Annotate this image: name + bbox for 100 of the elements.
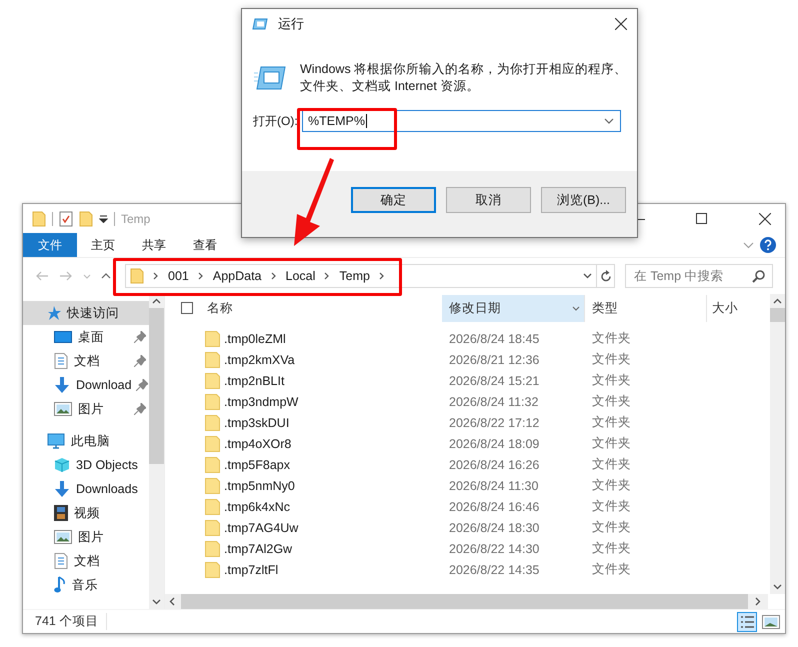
scrollbar[interactable] [149, 294, 164, 609]
file-name[interactable]: .tmp3skDUI [224, 416, 290, 430]
sidebar-item[interactable]: 快速访问 [23, 301, 149, 325]
sidebar-item[interactable]: 音乐 [23, 573, 149, 597]
sidebar-item[interactable]: 视频 [23, 501, 149, 525]
dialog-button[interactable]: 确定 [351, 187, 436, 213]
chevron-icon[interactable] [270, 272, 277, 280]
file-name[interactable]: .tmp7AG4Uw [224, 520, 298, 534]
file-name[interactable]: .tmp5nmNy0 [224, 478, 295, 492]
folder-icon [205, 330, 221, 346]
folder-icon [205, 456, 221, 472]
details-view-icon[interactable] [737, 612, 757, 632]
file-name[interactable]: .tmp7Al2Gw [224, 542, 292, 556]
desktop-icon [54, 330, 72, 344]
sidebar-item[interactable]: 文档 [23, 349, 149, 373]
dialog-title: 运行 [278, 15, 304, 33]
file-name[interactable]: .tmp2nBLIt [224, 374, 284, 388]
window-title: Temp [121, 212, 150, 226]
folder-icon [205, 372, 221, 388]
sidebar-item[interactable]: Download [23, 373, 149, 397]
music-note-icon [54, 576, 66, 594]
table-cell: 2026/8/22 14:35 [449, 562, 540, 576]
column-header[interactable]: 大小 [707, 295, 770, 322]
search-field[interactable]: 在 Temp 中搜索 [625, 264, 773, 288]
download-icon [54, 481, 70, 497]
table-cell: 文件夹 [592, 477, 631, 494]
sidebar-item[interactable]: 图片 [23, 397, 149, 421]
table-cell: 2026/8/24 18:09 [449, 436, 540, 450]
dialog-message: 文件夹、文档或 Internet 资源。 [300, 78, 480, 95]
scroll-up-icon[interactable] [152, 298, 161, 304]
table-cell: 文件夹 [592, 351, 631, 368]
scroll-thumb[interactable] [149, 308, 164, 464]
table-cell: 2026/8/24 18:30 [449, 520, 540, 534]
file-name[interactable]: .tmp6k4xNc [224, 500, 290, 514]
run-icon [254, 65, 286, 91]
search-icon[interactable] [752, 270, 765, 283]
file-name[interactable]: .tmp2kmXVa [224, 352, 295, 366]
sidebar-item[interactable]: 图片 [23, 525, 149, 549]
chevron-icon[interactable] [198, 272, 204, 280]
properties-icon[interactable] [59, 210, 73, 226]
sidebar-item[interactable]: 3D Objects [23, 453, 149, 477]
column-header[interactable]: 名称 [165, 295, 442, 322]
breadcrumb[interactable]: Temp [339, 269, 370, 283]
column-header[interactable]: 类型 [585, 295, 707, 322]
sidebar-item[interactable]: Downloads [23, 477, 149, 501]
table-cell: 文件夹 [592, 435, 631, 452]
run-icon [252, 18, 268, 30]
breadcrumb[interactable]: 001 [168, 269, 189, 283]
folder-icon [205, 352, 221, 368]
chevron-icon[interactable] [324, 272, 330, 280]
breadcrumb[interactable]: AppData [212, 269, 262, 283]
dialog-button[interactable]: 取消 [446, 187, 531, 213]
scroll-right-icon[interactable] [755, 597, 761, 606]
scroll-thumb[interactable] [770, 308, 785, 322]
cube-icon [54, 457, 70, 473]
close-icon[interactable] [615, 18, 627, 30]
file-name[interactable]: .tmp3ndmpW [224, 394, 298, 408]
up-icon[interactable] [101, 273, 111, 279]
table-cell: 文件夹 [592, 540, 631, 557]
scroll-down-icon[interactable] [152, 599, 161, 605]
folder-icon [205, 562, 221, 578]
folder-icon [205, 540, 221, 556]
chevron-icon[interactable] [378, 272, 385, 280]
sidebar-item[interactable]: 此电脑 [23, 429, 149, 453]
folder-icon [205, 436, 221, 452]
scroll-up-icon[interactable] [773, 298, 782, 304]
close-icon[interactable] [759, 212, 771, 224]
select-all-checkbox[interactable] [181, 302, 193, 314]
ribbon-tab[interactable]: 共享 [128, 233, 179, 257]
pin-icon[interactable] [134, 403, 146, 415]
breadcrumb[interactable]: Local [286, 269, 316, 283]
address-bar[interactable]: 001 AppData Local Temp [125, 264, 615, 288]
sidebar-item[interactable]: 文档 [23, 549, 149, 573]
computer-icon [47, 433, 65, 449]
file-name[interactable]: .tmp0leZMl [224, 332, 286, 346]
dropdown-icon[interactable] [99, 214, 108, 222]
scroll-left-icon[interactable] [169, 597, 175, 606]
column-header[interactable]: 修改日期 [442, 295, 585, 322]
pin-icon[interactable] [136, 379, 148, 391]
file-name[interactable]: .tmp7zltFl [224, 562, 278, 576]
scrollbar[interactable] [770, 294, 785, 594]
sort-dropdown-icon[interactable] [572, 306, 580, 311]
command-field[interactable]: %TEMP% [302, 110, 621, 132]
file-name[interactable]: .tmp4oXOr8 [224, 436, 292, 450]
maximize-icon[interactable] [696, 212, 708, 224]
ribbon-tab[interactable]: 文件 [23, 233, 77, 257]
ribbon-tab[interactable]: 查看 [179, 233, 230, 257]
ribbon-tab[interactable]: 主页 [77, 233, 128, 257]
file-name[interactable]: .tmp5F8apx [224, 458, 290, 472]
table-cell: 2026/8/24 18:45 [449, 332, 540, 346]
folder-icon [205, 394, 221, 410]
scroll-down-icon[interactable] [773, 584, 782, 590]
dropdown-icon[interactable] [604, 118, 614, 124]
document-icon [54, 353, 68, 369]
pin-icon[interactable] [134, 331, 146, 343]
sidebar-item[interactable]: 桌面 [23, 325, 149, 349]
dialog-button[interactable]: 浏览(B)... [541, 187, 626, 213]
pin-icon[interactable] [134, 355, 146, 367]
dropdown-icon[interactable] [583, 273, 592, 279]
table-cell: 2026/8/22 14:30 [449, 542, 540, 556]
